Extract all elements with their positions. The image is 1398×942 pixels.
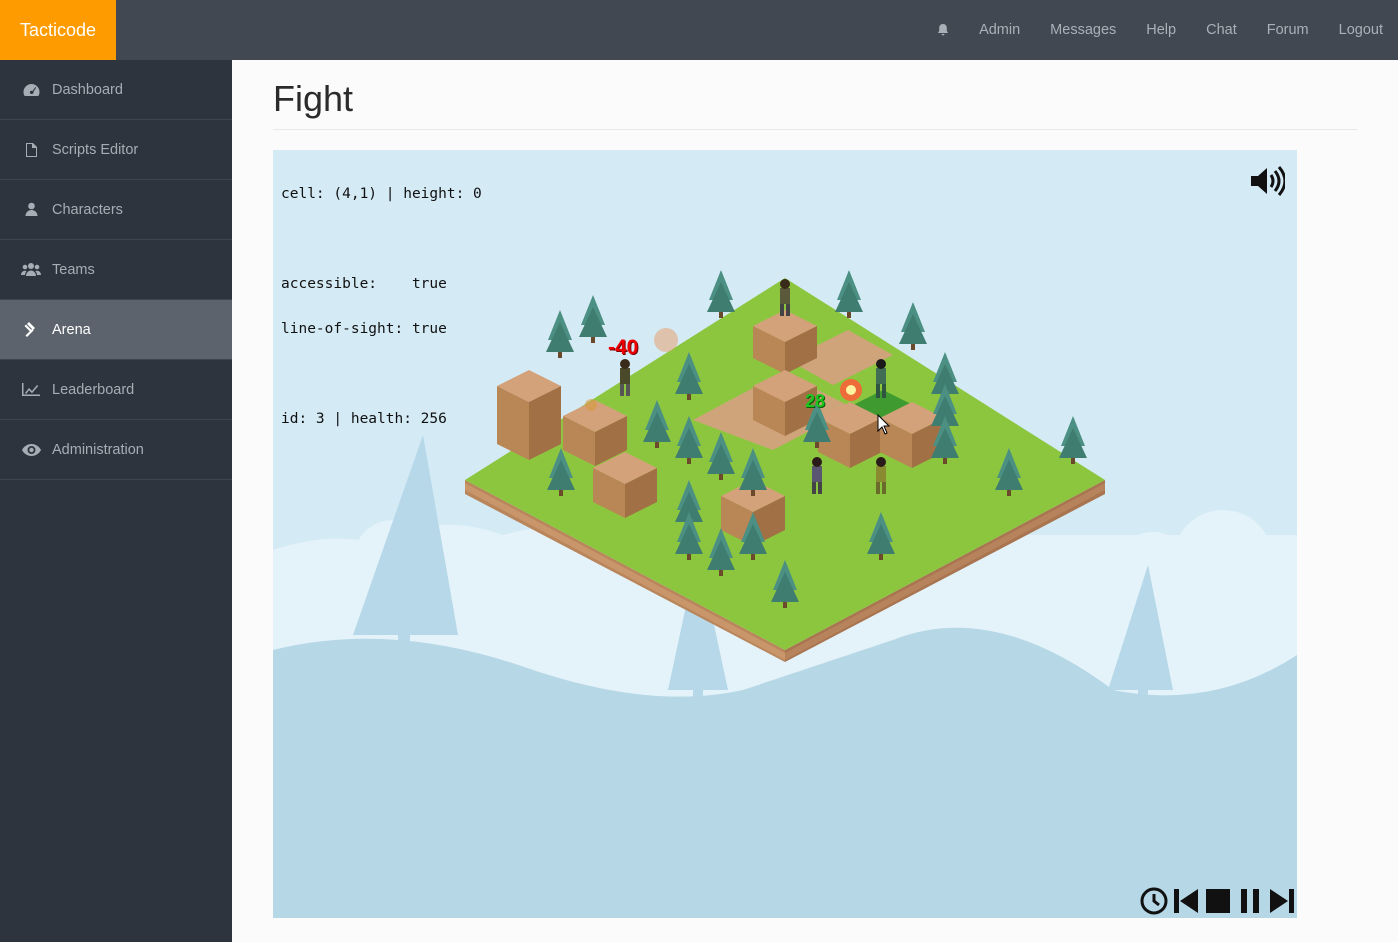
user-icon — [20, 201, 42, 219]
los-line: line-of-sight: true — [281, 321, 447, 337]
sidebar-item-label: Dashboard — [52, 81, 123, 98]
arena-canvas[interactable]: -40 28 cell: (4,1) | height: 0 accessibl… — [273, 150, 1297, 918]
users-icon — [20, 261, 42, 279]
cell-line: cell: (4,1) | height: 0 — [281, 186, 482, 202]
top-navbar: Tacticode Admin Messages Help Chat Forum… — [0, 0, 1398, 60]
main-content: Fight -40 28 cell: (4,1) | height: 0 acc… — [232, 60, 1398, 942]
pause-icon[interactable] — [1235, 886, 1265, 916]
sidebar-item-characters[interactable]: Characters — [0, 180, 232, 240]
clock-icon[interactable] — [1139, 886, 1169, 916]
file-icon — [20, 141, 42, 159]
nav-link-forum[interactable]: Forum — [1252, 0, 1324, 60]
skip-forward-icon[interactable] — [1267, 886, 1297, 916]
sidebar-item-label: Teams — [52, 261, 95, 278]
nav-links: Admin Messages Help Chat Forum Logout — [936, 0, 1398, 60]
sidebar: Dashboard Scripts Editor Characters Team… — [0, 60, 232, 942]
playback-controls — [1139, 886, 1297, 916]
skip-back-icon[interactable] — [1171, 886, 1201, 916]
dashboard-icon — [20, 81, 42, 99]
nav-link-logout[interactable]: Logout — [1324, 0, 1398, 60]
sidebar-item-dashboard[interactable]: Dashboard — [0, 60, 232, 120]
sidebar-item-administration[interactable]: Administration — [0, 420, 232, 480]
nav-link-messages[interactable]: Messages — [1035, 0, 1131, 60]
heal-number: 28 — [805, 391, 826, 411]
volume-icon[interactable] — [1249, 165, 1285, 197]
sidebar-item-leaderboard[interactable]: Leaderboard — [0, 360, 232, 420]
sidebar-item-teams[interactable]: Teams — [0, 240, 232, 300]
gavel-icon — [20, 321, 42, 339]
nav-link-help[interactable]: Help — [1131, 0, 1191, 60]
sidebar-item-label: Administration — [52, 441, 144, 458]
sidebar-item-arena[interactable]: Arena — [0, 300, 232, 360]
sidebar-item-label: Leaderboard — [52, 381, 135, 398]
chart-icon — [20, 381, 42, 399]
bell-icon[interactable] — [936, 23, 950, 37]
sidebar-item-label: Characters — [52, 201, 123, 218]
sidebar-item-label: Scripts Editor — [52, 141, 139, 158]
eye-icon — [20, 441, 42, 459]
cell-info-panel: cell: (4,1) | height: 0 accessible: true… — [281, 157, 482, 457]
nav-link-chat[interactable]: Chat — [1191, 0, 1252, 60]
stop-icon[interactable] — [1203, 886, 1233, 916]
id-health-line: id: 3 | health: 256 — [281, 411, 447, 427]
sidebar-item-label: Arena — [52, 321, 91, 338]
nav-link-admin[interactable]: Admin — [964, 0, 1035, 60]
title-divider — [273, 129, 1357, 130]
sidebar-item-scripts-editor[interactable]: Scripts Editor — [0, 120, 232, 180]
accessible-line: accessible: true — [281, 276, 447, 292]
damage-number: -40 — [608, 336, 639, 359]
brand-logo[interactable]: Tacticode — [0, 0, 116, 60]
page-title: Fight — [273, 78, 354, 119]
